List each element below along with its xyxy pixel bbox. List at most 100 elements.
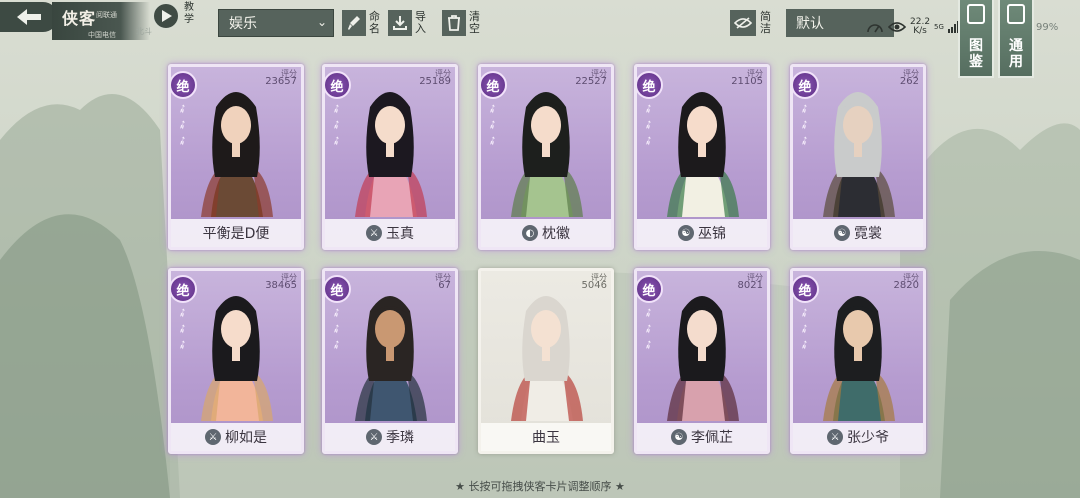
skill-icons: ➶ ➶ ➶: [796, 303, 815, 353]
school-icon: ⚔: [366, 429, 382, 445]
tutorial-button[interactable]: [152, 2, 180, 30]
clear-label: 清空: [469, 10, 480, 35]
rank-badge: 绝: [171, 71, 197, 99]
back-button[interactable]: [0, 2, 58, 32]
name-plate: ⚔ 张少爷: [793, 423, 923, 451]
category-select[interactable]: 娱乐 ⌄: [218, 9, 334, 37]
score-value: 8021: [737, 280, 763, 291]
tutorial-label: 教学: [184, 2, 194, 25]
school-icon: ☯: [834, 225, 850, 241]
trash-icon: [442, 10, 466, 36]
character-name: 李佩芷: [691, 430, 733, 446]
carrier-text-3: 北斗: [136, 27, 152, 36]
codex-label: 图鉴: [969, 38, 983, 70]
character-card[interactable]: 评分 2820 绝 ➶ ➶ ➶ ⚔ 张少爷: [790, 268, 926, 454]
score-value: 67: [438, 280, 451, 291]
name-plate: ⚔ 季璘: [325, 423, 455, 451]
category-value: 娱乐: [229, 16, 257, 32]
character-name: 枕徽: [542, 226, 570, 242]
rank-badge: 绝: [325, 71, 351, 99]
score-value: 21105: [731, 76, 763, 87]
character-name: 张少爷: [847, 430, 889, 446]
arrow-icon: ➶: [796, 115, 813, 134]
score-value: 23657: [265, 76, 297, 87]
carrier-text-2: 中国电信: [88, 31, 116, 39]
drag-hint: ★ 长按可拖拽侠客卡片调整顺序 ★: [455, 480, 625, 493]
arrow-icon: ➶: [174, 99, 191, 118]
arrow-icon: ➶: [174, 115, 191, 134]
score-value: 22527: [575, 76, 607, 87]
rank-badge: 绝: [637, 71, 663, 99]
book-icon: [967, 4, 985, 24]
score-value: 262: [899, 76, 919, 87]
arrow-icon: ➶: [640, 99, 657, 118]
character-portrait: [511, 296, 583, 421]
rank-badge: 绝: [637, 275, 663, 303]
character-card[interactable]: 评分 67 绝 ➶ ➶ ➶ ⚔ 季璘: [322, 268, 458, 454]
character-card[interactable]: 评分 38465 绝 ➶ ➶ ➶ ⚔ 柳如是: [168, 268, 304, 454]
skill-icons: ➶ ➶ ➶: [485, 100, 503, 149]
network-type: 5G: [934, 23, 944, 31]
name-plate: ◐ 枕徽: [481, 219, 611, 247]
name-plate: ☯ 巫锦: [637, 219, 767, 247]
character-name: 平衡是D便: [202, 226, 270, 242]
clear-button[interactable]: 清空: [442, 9, 483, 37]
arrow-icon: ➶: [328, 319, 345, 338]
score-value: 2820: [893, 280, 919, 291]
character-card[interactable]: 评分 8021 绝 ➶ ➶ ➶ ☯ 李佩芷: [634, 268, 770, 454]
arrow-icon: ➶: [174, 303, 191, 322]
school-icon: ☯: [671, 429, 687, 445]
rank-badge: 绝: [793, 71, 819, 99]
character-card[interactable]: 评分 22527 绝 ➶ ➶ ➶ ◐ 枕徽: [478, 64, 614, 250]
name-plate: ☯ 霓裳: [793, 219, 923, 247]
name-plate: ☯ 李佩芷: [637, 423, 767, 451]
import-button[interactable]: 导入: [388, 9, 429, 37]
arrow-icon: ➶: [796, 99, 813, 118]
rank-badge: 绝: [481, 71, 507, 99]
skill-icons: ➶ ➶ ➶: [328, 100, 347, 149]
character-card[interactable]: 评分 25189 绝 ➶ ➶ ➶ ⚔ 玉真: [322, 64, 458, 250]
rank-badge: 绝: [171, 275, 197, 303]
speedometer-icon: [867, 24, 883, 33]
codex-tab[interactable]: 图鉴: [958, 0, 994, 78]
eye-icon: [888, 22, 906, 32]
arrow-icon: ➶: [174, 319, 191, 338]
import-label: 导入: [415, 10, 426, 35]
skill-icons: ➶ ➶ ➶: [796, 99, 815, 149]
chevron-down-icon: ⌄: [316, 15, 327, 29]
general-label: 通用: [1009, 38, 1023, 70]
character-name: 季璘: [386, 430, 414, 446]
school-icon: ⚔: [205, 429, 221, 445]
arrow-icon: ➶: [328, 115, 345, 134]
simple-mode-toggle[interactable]: 简洁: [730, 9, 774, 37]
name-plate: ⚔ 玉真: [325, 219, 455, 247]
sort-value: 默认: [796, 16, 824, 32]
name-plate: 平衡是D便: [171, 219, 301, 247]
character-card[interactable]: 评分 23657 绝 ➶ ➶ ➶ 平衡是D便: [168, 64, 304, 250]
name-plate: 曲玉: [481, 423, 611, 451]
rename-button[interactable]: 命名: [342, 9, 383, 37]
speed-unit: K/s: [913, 26, 927, 36]
general-tab[interactable]: 通用: [998, 0, 1034, 78]
character-name: 柳如是: [225, 430, 267, 446]
scroll-icon: [1007, 4, 1025, 24]
character-name: 巫锦: [698, 226, 726, 242]
school-icon: ⚔: [827, 429, 843, 445]
eye-off-icon: [730, 10, 756, 36]
arrow-icon: ➶: [796, 303, 813, 322]
skill-icons: ➶ ➶ ➶: [174, 303, 193, 353]
import-icon: [388, 10, 412, 36]
top-bar: 侠客 阅联通 中国电信 北斗 教学 娱乐 ⌄ 命名 导入 清空 简洁 默认 22…: [0, 0, 1080, 78]
skill-icons: ➶ ➶ ➶: [174, 99, 193, 149]
skill-icons: ➶ ➶ ➶: [640, 99, 659, 149]
page-title: 侠客: [62, 9, 97, 28]
arrow-icon: ➶: [640, 115, 657, 134]
character-card[interactable]: 评分 5046 曲玉: [478, 268, 614, 454]
school-icon: ☯: [678, 225, 694, 241]
character-card[interactable]: 评分 262 绝 ➶ ➶ ➶ ☯ 霓裳: [790, 64, 926, 250]
brush-icon: [342, 10, 366, 36]
name-plate: ⚔ 柳如是: [171, 423, 301, 451]
character-card[interactable]: 评分 21105 绝 ➶ ➶ ➶ ☯ 巫锦: [634, 64, 770, 250]
carrier-text: 阅联通: [96, 11, 117, 19]
rename-label: 命名: [369, 10, 380, 35]
